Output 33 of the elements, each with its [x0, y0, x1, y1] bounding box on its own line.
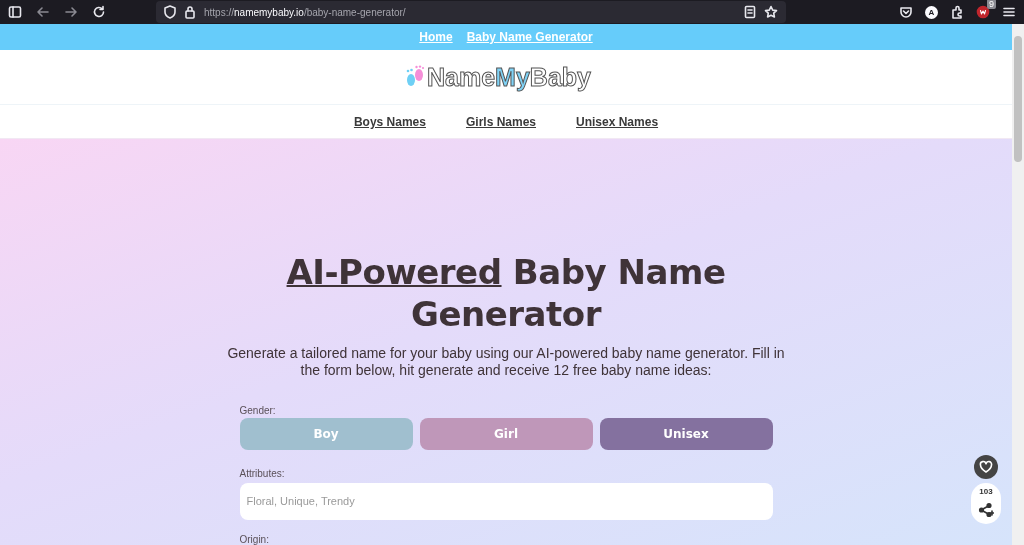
- nav-link[interactable]: Girls Names: [465, 114, 536, 129]
- profile-avatar[interactable]: A: [925, 5, 938, 19]
- extension-badge: 9: [987, 0, 996, 9]
- page-title: AI-Powered Baby Name Generator: [285, 251, 727, 335]
- share-icon[interactable]: [978, 502, 994, 518]
- intro-text: Generate a tailored name for your baby using our AI-powered baby name generator. Fill in the form below, hit generate and receive 12 free baby name ideas:: [226, 345, 786, 379]
- extension-icon[interactable]: [976, 5, 990, 19]
- sidebar-icon[interactable]: [8, 5, 22, 19]
- bookmark-star-icon[interactable]: [764, 5, 778, 19]
- nav-link[interactable]: Boys Names: [353, 114, 426, 129]
- address-bar[interactable]: https://namemybaby.io/baby-name-generator/: [156, 1, 786, 23]
- forward-icon[interactable]: [64, 5, 78, 19]
- reader-view-icon[interactable]: [744, 5, 756, 19]
- field-label: Origin:: [239, 534, 270, 545]
- back-icon[interactable]: [36, 5, 50, 19]
- shield-icon[interactable]: [164, 5, 176, 19]
- scrollbar[interactable]: [1012, 24, 1024, 545]
- heart-icon[interactable]: [979, 460, 993, 474]
- like-count: 103: [979, 487, 993, 496]
- field-label: Gender:: [239, 405, 277, 416]
- reload-icon[interactable]: [92, 5, 106, 19]
- attributes-field[interactable]: Floral, Unique, Trendy: [239, 483, 773, 520]
- field-label: Attributes:: [239, 468, 286, 479]
- gender-button[interactable]: Unisex: [599, 418, 773, 450]
- menu-icon[interactable]: [1002, 5, 1016, 19]
- site-logo[interactable]: NameMyBaby: [427, 62, 591, 92]
- like-button[interactable]: [974, 455, 998, 479]
- pocket-icon[interactable]: [899, 5, 913, 19]
- extensions-icon[interactable]: [950, 5, 964, 19]
- nav-link[interactable]: Unisex Names: [576, 114, 659, 129]
- lock-icon[interactable]: [184, 5, 196, 19]
- url-text[interactable]: https://namemybaby.io/baby-name-generator/: [204, 6, 406, 18]
- scrollbar-thumb[interactable]: [1014, 36, 1022, 162]
